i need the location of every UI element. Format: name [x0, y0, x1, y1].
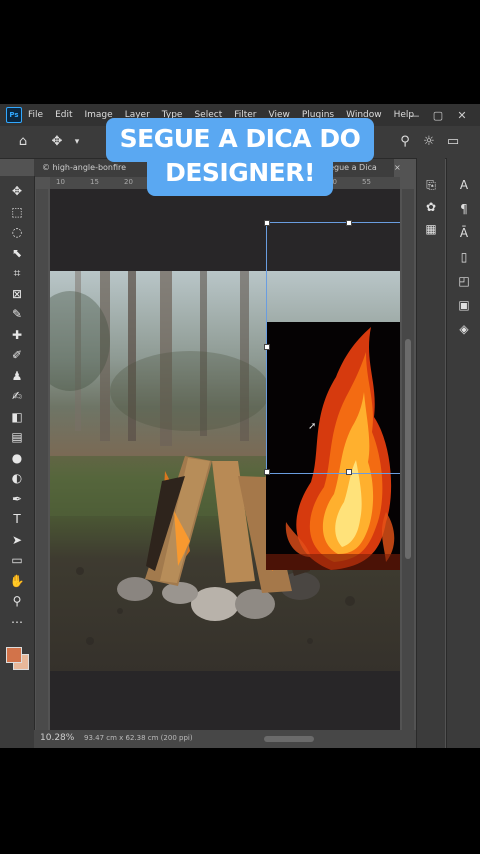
healing-tool-icon[interactable]: ✚: [8, 326, 26, 344]
panel-dock-left: ⎘ ✿ ▦: [416, 158, 445, 748]
blur-tool-icon[interactable]: ●: [8, 449, 26, 467]
history-brush-icon[interactable]: ✍: [8, 387, 26, 405]
hand-tool-icon[interactable]: ✋: [8, 572, 26, 590]
glyphs-icon[interactable]: Ā: [455, 224, 473, 242]
fire-layer[interactable]: [266, 322, 400, 570]
properties-icon[interactable]: ▣: [455, 296, 473, 314]
zoom-level[interactable]: 10.28%: [40, 733, 74, 743]
flame-image: [266, 327, 400, 570]
crop-tool-icon[interactable]: ⌗: [8, 264, 26, 282]
scrollbar-thumb[interactable]: [405, 339, 411, 559]
lasso-tool-icon[interactable]: ◌: [8, 223, 26, 241]
marquee-tool-icon[interactable]: ⬚: [8, 203, 26, 221]
canvas-area[interactable]: ➚: [50, 189, 400, 734]
brush-tool-icon[interactable]: ✐: [8, 346, 26, 364]
brush-settings-icon[interactable]: ✿: [422, 198, 440, 216]
transform-handle[interactable]: [264, 220, 270, 226]
status-bar: 10.28% 93.47 cm x 62.38 cm (200 ppi): [34, 730, 416, 748]
ruler-left: [36, 189, 48, 744]
paragraph-icon[interactable]: ¶: [455, 200, 473, 218]
type-tool-icon[interactable]: T: [8, 510, 26, 528]
pen-tool-icon[interactable]: ✒: [8, 490, 26, 508]
dodge-tool-icon[interactable]: ◐: [8, 469, 26, 487]
more-tools-icon[interactable]: ⋯: [8, 613, 26, 631]
eyedropper-tool-icon[interactable]: ✎: [8, 305, 26, 323]
adjustments-icon[interactable]: ◰: [455, 272, 473, 290]
object-select-tool-icon[interactable]: ⬉: [8, 244, 26, 262]
horizontal-scrollbar-thumb[interactable]: [264, 736, 314, 742]
panel-dock-right: A ¶ Ā ▯ ◰ ▣ ◈: [446, 158, 480, 748]
transform-handle[interactable]: [346, 220, 352, 226]
tools-panel: ✥ ⬚ ◌ ⬉ ⌗ ⊠ ✎ ✚ ✐ ♟ ✍ ◧ ▤ ● ◐ ✒ T ➤ ▭ ✋ ⚲ ⋯: [0, 176, 35, 748]
shape-tool-icon[interactable]: ▭: [8, 551, 26, 569]
swatches-icon[interactable]: ▦: [422, 220, 440, 238]
path-select-tool-icon[interactable]: ➤: [8, 531, 26, 549]
video-caption: SEGUE A DICA DO DESIGNER!: [0, 118, 480, 196]
vertical-scrollbar[interactable]: [402, 189, 414, 744]
frame-tool-icon[interactable]: ⊠: [8, 285, 26, 303]
document-info[interactable]: 93.47 cm x 62.38 cm (200 ppi): [84, 734, 193, 742]
gradient-tool-icon[interactable]: ▤: [8, 428, 26, 446]
cursor-arrow-icon: ➚: [308, 421, 317, 432]
caption-line-2: DESIGNER!: [147, 154, 333, 196]
eraser-tool-icon[interactable]: ◧: [8, 408, 26, 426]
zoom-tool-icon[interactable]: ⚲: [8, 592, 26, 610]
stamp-tool-icon[interactable]: ♟: [8, 367, 26, 385]
photoshop-window: Ps File Edit Image Layer Type Select Fil…: [0, 104, 480, 748]
layers-icon[interactable]: ◈: [455, 320, 473, 338]
foreground-color-swatch[interactable]: [6, 647, 22, 663]
libraries-icon[interactable]: ▯: [455, 248, 473, 266]
